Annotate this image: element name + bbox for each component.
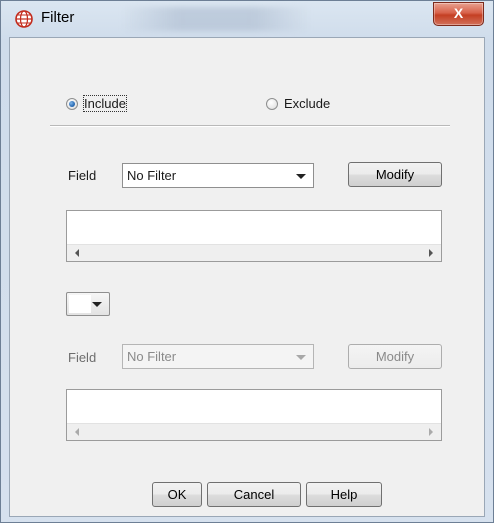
- field-select-1-value: No Filter: [127, 168, 177, 183]
- field-select-1[interactable]: No Filter: [122, 163, 314, 188]
- window-title: Filter: [41, 9, 75, 26]
- close-button[interactable]: X: [433, 2, 484, 26]
- globe-icon: [15, 10, 33, 28]
- horizontal-scrollbar-1[interactable]: [67, 244, 441, 261]
- include-label: Include: [83, 95, 127, 112]
- exclude-radio[interactable]: [266, 97, 278, 110]
- scroll-left-icon[interactable]: [75, 249, 79, 257]
- ok-button[interactable]: OK: [152, 482, 202, 507]
- scroll-right-icon[interactable]: [429, 249, 433, 257]
- title-bar: Filter X: [1, 1, 493, 37]
- field-label-2: Field: [68, 350, 97, 365]
- chevron-down-icon: [296, 174, 306, 179]
- field-label-1: Field: [68, 168, 97, 183]
- title-bar-background: [121, 7, 311, 31]
- divider: [50, 125, 450, 127]
- help-button[interactable]: Help: [306, 482, 382, 507]
- conjunction-value: [69, 295, 91, 313]
- cancel-button[interactable]: Cancel: [207, 482, 301, 507]
- modify-button-1[interactable]: Modify: [348, 162, 442, 187]
- include-radio[interactable]: [66, 97, 78, 110]
- chevron-down-icon: [92, 302, 102, 307]
- scroll-right-icon[interactable]: [429, 428, 433, 436]
- filter-list-1[interactable]: [66, 210, 442, 262]
- field-select-2-value: No Filter: [127, 349, 177, 364]
- modify-button-2[interactable]: Modify: [348, 344, 442, 369]
- exclude-label: Exclude: [284, 96, 331, 111]
- include-option[interactable]: Include: [66, 95, 127, 112]
- filter-dialog: Filter X Include Exclude Field No Filter…: [0, 0, 494, 523]
- close-icon: X: [453, 5, 464, 21]
- horizontal-scrollbar-2[interactable]: [67, 423, 441, 440]
- conjunction-select[interactable]: [66, 292, 110, 316]
- field-select-2[interactable]: No Filter: [122, 344, 314, 369]
- scroll-left-icon[interactable]: [75, 428, 79, 436]
- dialog-body: Include Exclude Field No Filter Modify F…: [9, 37, 485, 517]
- exclude-option[interactable]: Exclude: [266, 96, 330, 111]
- chevron-down-icon: [296, 355, 306, 360]
- filter-list-2[interactable]: [66, 389, 442, 441]
